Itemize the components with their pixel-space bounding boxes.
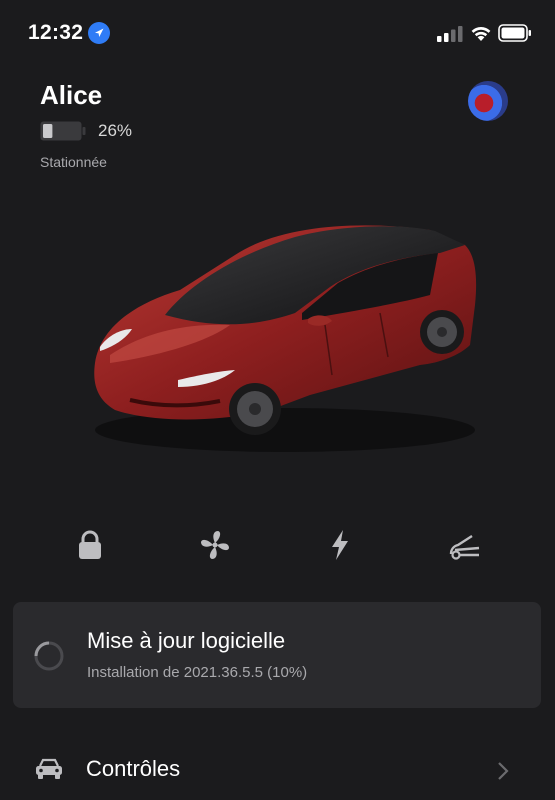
charge-button[interactable]	[323, 528, 357, 562]
climate-button[interactable]	[198, 528, 232, 562]
update-subtitle: Installation de 2021.36.5.5 (10%)	[87, 664, 308, 681]
controls-label: Contrôles	[86, 756, 181, 781]
vehicle-name: Alice	[40, 80, 103, 110]
avatar[interactable]	[468, 81, 508, 121]
status-bar: 12:32	[0, 0, 555, 66]
spinner-icon	[34, 641, 64, 671]
update-title: Mise à jour logicielle	[87, 628, 286, 653]
vehicle-battery-icon	[40, 121, 86, 141]
chevron-right-icon	[498, 762, 509, 780]
lightning-icon	[332, 530, 348, 560]
lock-button[interactable]	[73, 528, 107, 562]
status-time: 12:32	[28, 21, 84, 44]
frunk-icon	[449, 534, 480, 560]
battery-percent: 26%	[98, 121, 133, 140]
car-image	[94, 225, 477, 452]
battery-icon	[498, 24, 531, 42]
cellular-signal-icon	[437, 26, 463, 42]
frunk-button[interactable]	[448, 528, 482, 562]
location-arrow-icon	[88, 22, 110, 44]
controls-row[interactable]: Contrôles	[0, 740, 555, 800]
lock-icon	[79, 530, 101, 559]
wifi-icon	[471, 27, 491, 41]
vehicle-state: Stationnée	[40, 154, 107, 170]
software-update-card[interactable]: Mise à jour logicielle Installation de 2…	[13, 602, 541, 708]
car-front-icon	[36, 758, 62, 779]
fan-icon	[201, 531, 229, 559]
